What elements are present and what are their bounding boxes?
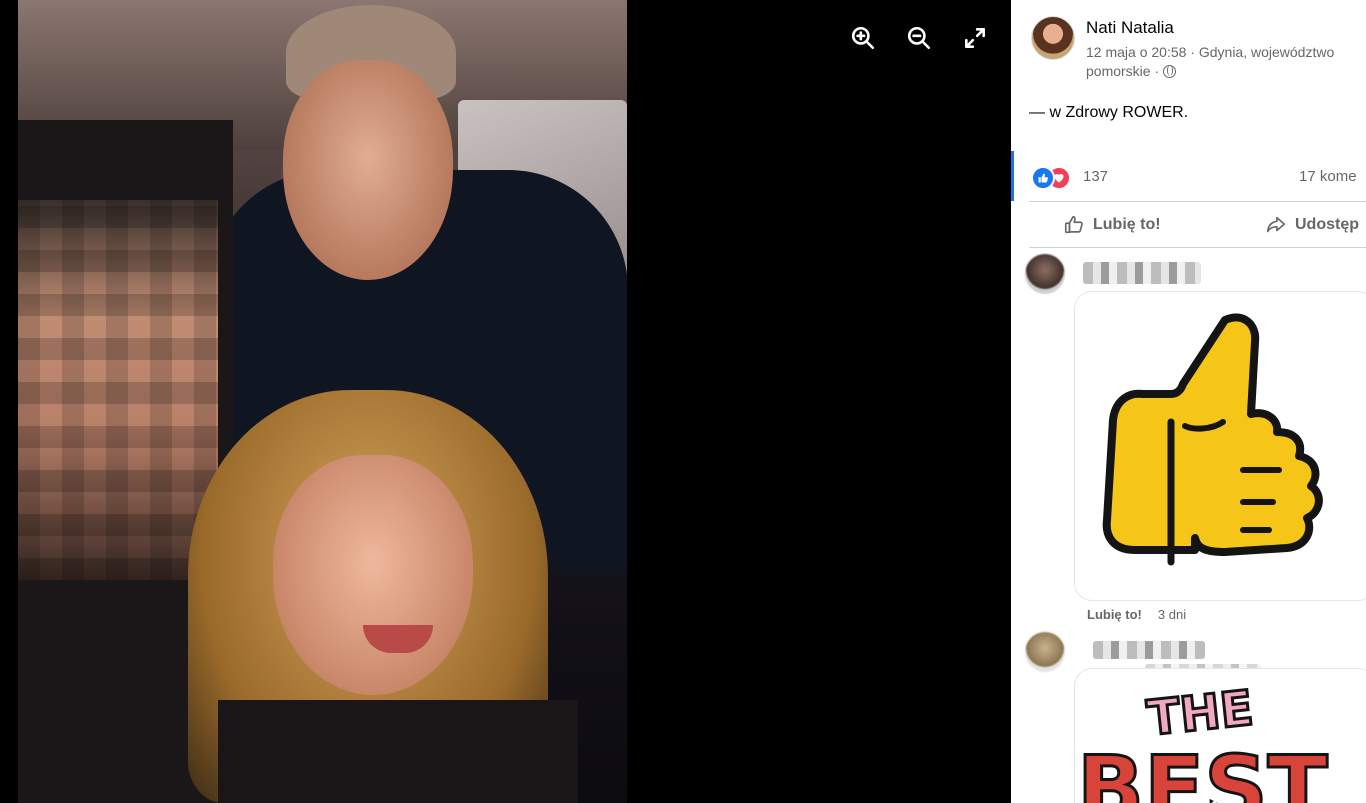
share-label: Udostęp bbox=[1295, 216, 1359, 233]
like-label: Lubię to! bbox=[1093, 216, 1161, 233]
post-details-panel: Nati Natalia 12 maja o 20:58 · Gdynia, w… bbox=[1011, 0, 1366, 803]
post-meta: 12 maja o 20:58 · Gdynia, województwo po… bbox=[1086, 43, 1356, 81]
comment-meta: Lubię to! 3 dni bbox=[1087, 607, 1186, 622]
zoom-in-icon bbox=[851, 26, 875, 50]
globe-icon[interactable] bbox=[1163, 65, 1177, 78]
comment-count[interactable]: 17 kome bbox=[1299, 168, 1357, 185]
like-reaction-icon[interactable] bbox=[1031, 166, 1055, 190]
focus-indicator bbox=[1011, 151, 1014, 201]
post-date[interactable]: 12 maja o 20:58 bbox=[1086, 44, 1186, 60]
commenter-avatar-2[interactable] bbox=[1025, 632, 1065, 672]
commenter-name-pixelated-2[interactable] bbox=[1093, 641, 1205, 659]
author-name[interactable]: Nati Natalia bbox=[1086, 18, 1174, 38]
commenter-avatar[interactable] bbox=[1025, 254, 1065, 294]
thumbs-up-sticker bbox=[1102, 313, 1323, 566]
post-actions: Lubię to! Udostęp bbox=[1029, 206, 1366, 244]
reactions-bar: 137 17 kome bbox=[1031, 164, 1366, 190]
author-avatar[interactable] bbox=[1031, 16, 1075, 60]
comment-like-link[interactable]: Lubię to! bbox=[1087, 607, 1142, 622]
expand-icon bbox=[965, 28, 985, 48]
zoom-in-button[interactable] bbox=[847, 22, 879, 54]
the-best-sticker: THE BEST bbox=[1076, 679, 1329, 803]
caption-place-link[interactable]: Zdrowy ROWER bbox=[1065, 104, 1183, 121]
zoom-out-button[interactable] bbox=[903, 22, 935, 54]
commenter-name-pixelated[interactable] bbox=[1083, 262, 1201, 284]
photo-man-face bbox=[283, 60, 453, 280]
sticker-text-bottom: BEST bbox=[1077, 737, 1328, 803]
comment-sticker-2[interactable]: THE BEST bbox=[1074, 668, 1366, 803]
comment-time[interactable]: 3 dni bbox=[1158, 607, 1186, 622]
thumbs-up-icon bbox=[1064, 215, 1083, 234]
divider-bottom bbox=[1029, 247, 1366, 248]
post-photo[interactable] bbox=[18, 0, 627, 803]
pixelated-face bbox=[18, 200, 218, 580]
post-caption: — w Zdrowy ROWER. bbox=[1029, 104, 1188, 122]
reaction-count[interactable]: 137 bbox=[1083, 168, 1108, 185]
zoom-out-icon bbox=[907, 26, 931, 50]
share-icon bbox=[1266, 216, 1286, 233]
comment-sticker[interactable] bbox=[1074, 291, 1366, 601]
fullscreen-button[interactable] bbox=[959, 22, 991, 54]
caption-prefix: — w bbox=[1029, 104, 1066, 121]
like-button[interactable]: Lubię to! bbox=[1063, 206, 1161, 244]
photo-woman-face bbox=[273, 455, 473, 695]
photo-viewer bbox=[0, 0, 1011, 803]
photo-woman-body bbox=[218, 700, 578, 803]
share-button[interactable]: Udostęp bbox=[1265, 206, 1359, 244]
meta-separator: · bbox=[1186, 44, 1199, 60]
meta-separator-2: · bbox=[1150, 63, 1164, 79]
caption-suffix: . bbox=[1183, 104, 1189, 121]
divider-top bbox=[1029, 201, 1366, 202]
